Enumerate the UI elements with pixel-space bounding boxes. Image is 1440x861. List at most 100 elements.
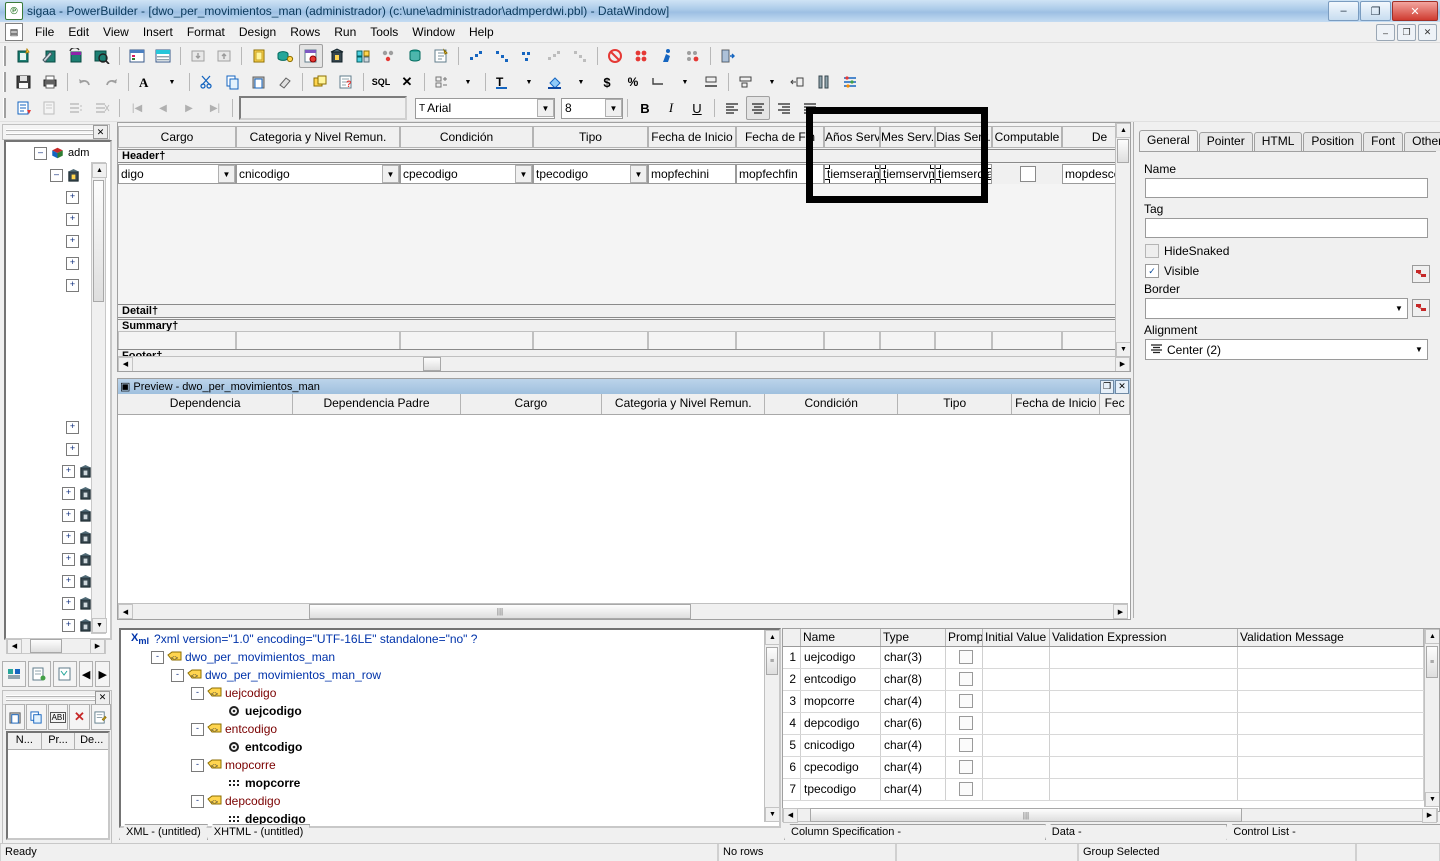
cell-validation-message[interactable] — [1238, 691, 1424, 712]
first-row-icon[interactable]: |◀ — [125, 96, 149, 120]
xml-tree-node[interactable]: - <> dwo_per_movimientos_man_row — [121, 666, 779, 684]
prompt-checkbox[interactable] — [958, 650, 973, 664]
toolbar-grip[interactable] — [3, 46, 9, 66]
tab-order-icon[interactable] — [812, 70, 836, 94]
visible-checkbox[interactable]: ✓ Visible — [1145, 264, 1436, 278]
scroll-up-button[interactable]: ▲ — [765, 630, 779, 645]
border-expression-icon[interactable] — [1412, 299, 1430, 317]
cell-prompt[interactable] — [946, 713, 983, 734]
designer-column-header[interactable]: Computable — [992, 126, 1062, 148]
breakpoints-icon[interactable] — [629, 44, 653, 68]
cell-initial-value[interactable] — [983, 757, 1050, 778]
scroll-thumb[interactable] — [30, 639, 62, 653]
designer-column-header[interactable]: Tipo — [533, 126, 648, 148]
database-painter-icon[interactable] — [273, 44, 297, 68]
window-layout-icon[interactable] — [125, 44, 149, 68]
align-right-button[interactable] — [772, 96, 796, 120]
tab-column-specification[interactable]: Column Specification - dwo_per_movimient… — [784, 824, 1046, 840]
cut-icon[interactable] — [195, 70, 219, 94]
tab-xml[interactable]: XML - (untitled) — [119, 824, 208, 840]
prompt-checkbox[interactable] — [958, 694, 973, 708]
extract-row-icon[interactable] — [212, 44, 236, 68]
collapse-icon[interactable]: – — [50, 168, 63, 182]
border-dropdown-icon[interactable]: ▼ — [673, 70, 697, 94]
size-dropdown-icon[interactable]: ▼ — [760, 70, 784, 94]
menu-insert[interactable]: Insert — [136, 23, 180, 41]
scroll-thumb[interactable] — [423, 357, 441, 371]
italic-button[interactable]: I — [659, 96, 683, 120]
cell-type[interactable]: char(4) — [881, 779, 946, 800]
scroll-thumb[interactable] — [93, 180, 104, 302]
col-initial-value[interactable]: Initial Value — [983, 629, 1050, 646]
designer-column-field[interactable]: mopfechfin — [736, 164, 824, 184]
xml-vertical-scrollbar[interactable]: ▲ ≡ ▼ — [764, 630, 779, 822]
designer-summary-cell[interactable] — [533, 331, 648, 351]
selection-handle[interactable] — [987, 179, 991, 183]
menu-design[interactable]: Design — [232, 23, 283, 41]
prompt-checkbox[interactable] — [958, 760, 973, 774]
scroll-down-button[interactable]: ▼ — [1116, 342, 1130, 357]
cell-initial-value[interactable] — [983, 669, 1050, 690]
designer-summary-cell[interactable] — [880, 331, 935, 351]
expand-icon[interactable]: + — [62, 486, 75, 500]
group-rows-icon[interactable] — [64, 96, 88, 120]
xml-tree-node[interactable]: uejcodigo — [121, 702, 779, 720]
designer-checkbox-field[interactable] — [992, 164, 1062, 184]
scroll-right-button[interactable]: ▶ — [90, 638, 105, 654]
designer-summary-cell[interactable] — [736, 331, 824, 351]
duplicate-icon[interactable] — [308, 70, 332, 94]
debug-stop-icon[interactable] — [568, 44, 592, 68]
chevron-down-icon[interactable]: ▼ — [515, 165, 532, 183]
designer-summary-cell[interactable] — [935, 331, 992, 351]
bold-button[interactable]: B — [633, 96, 657, 120]
fill-color-dropdown-icon[interactable]: ▼ — [569, 70, 593, 94]
toolbar-grip[interactable] — [3, 72, 9, 92]
cell-validation-message[interactable] — [1238, 779, 1424, 800]
tab-html[interactable]: HTML — [1253, 132, 1303, 151]
print-icon[interactable] — [38, 70, 62, 94]
rename-clip-icon[interactable]: ABI — [47, 704, 69, 730]
border-icon[interactable] — [647, 70, 671, 94]
expand-icon[interactable]: + — [66, 420, 79, 434]
selection-handle[interactable] — [825, 165, 830, 169]
prompt-checkbox[interactable] — [958, 782, 973, 796]
prompt-checkbox[interactable] — [958, 672, 973, 686]
cell-prompt[interactable] — [946, 691, 983, 712]
collapse-icon[interactable]: - — [191, 686, 204, 700]
column-specification-grid[interactable]: Name Type Prompt Initial Value Validatio… — [782, 628, 1440, 812]
cell-initial-value[interactable] — [983, 691, 1050, 712]
scroll-up-button[interactable]: ▲ — [92, 163, 107, 178]
col-name[interactable]: Name — [801, 629, 881, 646]
scroll-thumb[interactable]: ≡ — [766, 647, 778, 675]
cell-name[interactable]: cpecodigo — [801, 757, 881, 778]
preview-column-header[interactable]: Tipo — [898, 394, 1013, 414]
system-tree[interactable]: – adm – + + + + + + + + + + + + + + + ▲ … — [4, 140, 112, 640]
clip-list[interactable]: N... Pr... De... — [6, 731, 110, 840]
col-validation-message[interactable]: Validation Message — [1238, 629, 1424, 646]
currency-format-icon[interactable]: $ — [595, 70, 619, 94]
xml-tree-node[interactable]: - <> uejcodigo — [121, 684, 779, 702]
datawindow-painter-icon[interactable] — [299, 44, 323, 68]
menu-tools[interactable]: Tools — [363, 23, 405, 41]
last-row-icon[interactable]: ▶| — [203, 96, 227, 120]
scroll-down-button[interactable]: ▼ — [765, 807, 779, 822]
next-row-icon[interactable]: ▶ — [177, 96, 201, 120]
selection-handle[interactable] — [881, 165, 886, 169]
collapse-icon[interactable]: - — [191, 722, 204, 736]
output-window-icon[interactable] — [27, 661, 52, 687]
chevron-down-icon[interactable]: ▼ — [1411, 341, 1427, 358]
scroll-thumb[interactable]: ≡ — [1426, 646, 1438, 678]
cell-validation-message[interactable] — [1238, 647, 1424, 668]
grid-layout-icon[interactable] — [430, 70, 454, 94]
table-row[interactable]: 2 entcodigo char(8) — [783, 669, 1439, 691]
tree-vertical-scrollbar[interactable]: ▲ ▼ — [91, 162, 107, 634]
insert-control-icon[interactable] — [12, 96, 36, 120]
align-bottom-icon[interactable] — [699, 70, 723, 94]
menu-file[interactable]: File — [28, 23, 61, 41]
scroll-thumb[interactable]: ||| — [309, 604, 691, 619]
mdi-minimize-button[interactable]: – — [1376, 24, 1395, 41]
cell-validation-expression[interactable] — [1050, 691, 1238, 712]
cell-prompt[interactable] — [946, 647, 983, 668]
designer-column-header[interactable]: Condición — [400, 126, 533, 148]
edit-clip-icon[interactable] — [90, 704, 112, 730]
